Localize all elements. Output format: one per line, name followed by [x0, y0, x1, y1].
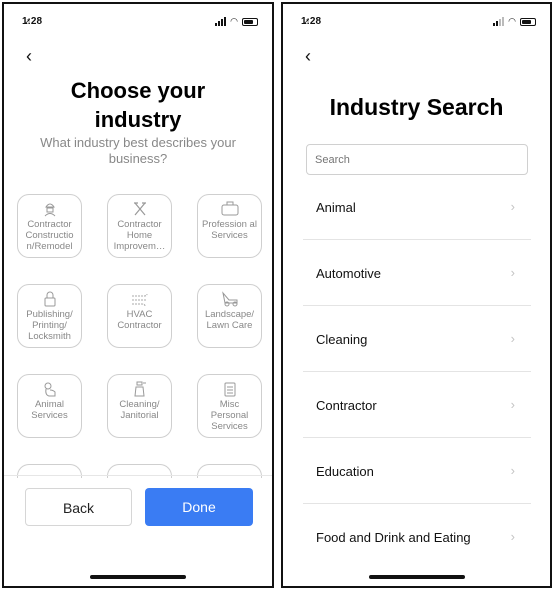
list-item[interactable]: Automotive › — [303, 240, 531, 306]
clipboard-icon — [198, 381, 261, 397]
tile-animal-services[interactable]: Animal Services — [17, 374, 82, 438]
airflow-icon — [108, 291, 171, 307]
tile-label: Landscape/ Lawn Care — [204, 309, 255, 331]
chevron-right-icon: › — [510, 463, 515, 478]
tile-label: Contractor Constructio n/Remodel — [25, 219, 74, 252]
tile-label: Misc Personal Services — [210, 399, 249, 432]
tile-cleaning[interactable]: Cleaning/ Janitorial — [107, 374, 172, 438]
page-title: Industry Search — [329, 94, 504, 120]
tile-hvac[interactable]: HVAC Contractor — [107, 284, 172, 348]
list-item-label: Animal — [316, 200, 356, 215]
list-item[interactable]: Contractor › — [303, 372, 531, 438]
tile-contractor-construction[interactable]: Contractor Constructio n/Remodel — [17, 194, 82, 258]
signal-icon — [215, 17, 227, 26]
back-chevron-icon[interactable]: ‹ — [26, 46, 32, 67]
home-indicator — [90, 575, 186, 579]
industry-list: Animal › Automotive › Cleaning › Contrac… — [303, 174, 531, 570]
status-time: 1:28 — [22, 16, 43, 27]
list-item-label: Contractor — [316, 398, 377, 413]
tile-label: Contractor Home Improvem… — [113, 219, 166, 252]
tile-contractor-home[interactable]: Contractor Home Improvem… — [107, 194, 172, 258]
chevron-right-icon: › — [510, 265, 515, 280]
chevron-right-icon: › — [510, 199, 515, 214]
worker-icon — [18, 201, 81, 217]
chevron-right-icon: › — [510, 331, 515, 346]
tile-label: Profession al Services — [202, 219, 257, 241]
status-bar: 1:28 ➚ ◠ — [301, 16, 536, 30]
tools-icon — [108, 201, 171, 217]
status-bar: 1:28 ➚ ◠ — [22, 16, 258, 30]
tile-label: Cleaning/ Janitorial — [119, 399, 160, 421]
tile-label: Animal Services — [31, 399, 68, 421]
chevron-right-icon: › — [510, 397, 515, 412]
home-indicator — [368, 575, 465, 579]
list-item[interactable]: Cleaning › — [303, 306, 531, 372]
tile-misc-personal[interactable]: Misc Personal Services — [197, 374, 262, 438]
chevron-right-icon: › — [510, 529, 515, 544]
list-item-label: Cleaning — [316, 332, 368, 347]
industry-search-screen: 1:28➚ ◠ ‹ Industry Search Animal › Autom… — [281, 2, 552, 588]
back-chevron-icon[interactable]: ‹ — [305, 46, 311, 67]
lawnmower-icon — [198, 291, 261, 307]
search-input[interactable] — [306, 144, 528, 175]
tile-publishing[interactable]: Publishing/ Printing/ Locksmith — [17, 284, 82, 348]
industry-picker-screen: 1:28 ➚ ◠ ‹ Choose your industry What indu… — [2, 2, 274, 588]
signal-icon — [493, 17, 505, 26]
back-button[interactable]: Back — [25, 488, 132, 526]
tile-label: HVAC Contractor — [117, 309, 162, 331]
wifi-icon: ◠ — [508, 16, 516, 26]
list-item-label: Food and Drink and Eating — [316, 530, 471, 545]
status-icons: ◠ — [215, 17, 258, 26]
page-subtitle: What industry best describes your busine… — [40, 135, 236, 166]
spray-bottle-icon — [108, 381, 171, 397]
wifi-icon: ◠ — [230, 16, 238, 26]
list-item[interactable]: Education › — [303, 438, 531, 504]
list-item-label: Automotive — [316, 266, 382, 281]
divider — [4, 475, 272, 476]
battery-icon — [242, 18, 258, 26]
tile-landscape[interactable]: Landscape/ Lawn Care — [197, 284, 262, 348]
status-time: 1:28 — [301, 16, 322, 27]
tile-label: Publishing/ Printing/ Locksmith — [26, 309, 73, 342]
list-item[interactable]: Food and Drink and Eating › — [303, 504, 531, 570]
dog-icon — [18, 381, 81, 397]
done-button[interactable]: Done — [145, 488, 253, 526]
tile-professional-services[interactable]: Profession al Services — [197, 194, 262, 258]
list-item-label: Education — [316, 464, 374, 479]
battery-icon — [520, 18, 536, 26]
lock-icon — [18, 291, 81, 307]
briefcase-icon — [198, 201, 261, 217]
page-title: Choose your industry — [70, 78, 206, 132]
list-item[interactable]: Animal › — [303, 174, 531, 240]
status-icons: ◠ — [493, 17, 536, 26]
